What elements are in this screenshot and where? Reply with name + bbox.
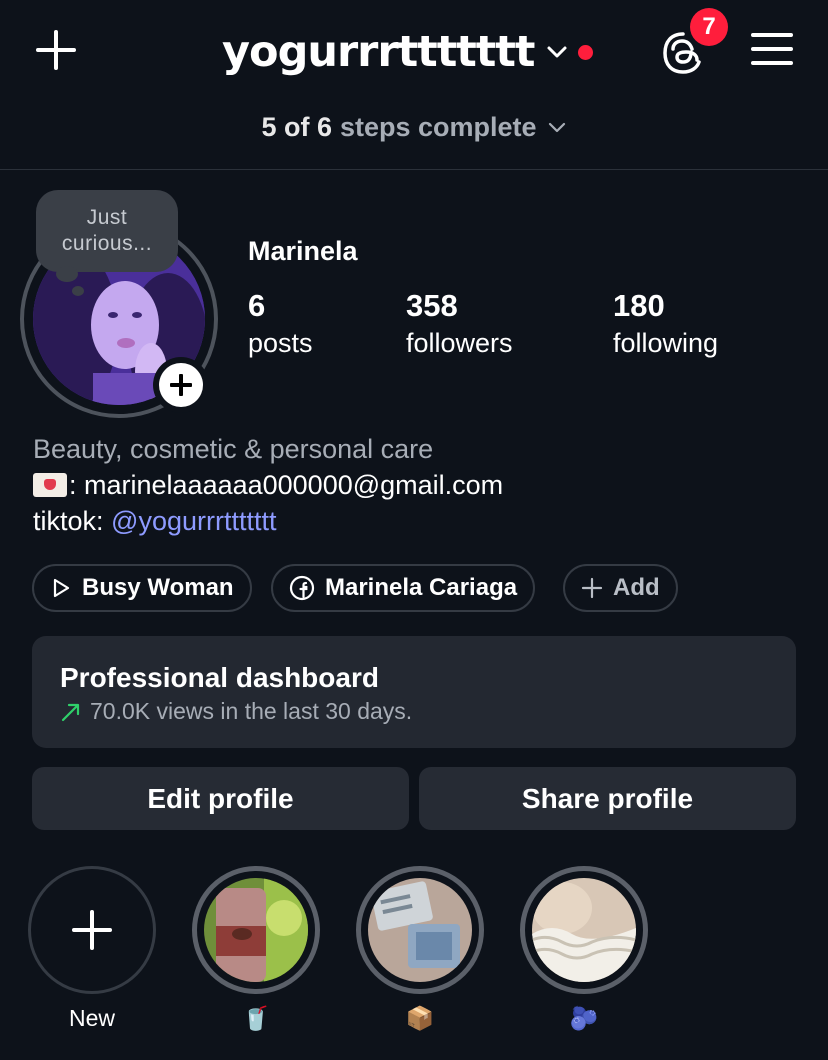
highlight-ring [520,866,648,994]
stat-value: 358 [406,288,458,323]
facebook-icon [289,575,315,601]
plus-icon [159,363,203,407]
create-plus-icon[interactable] [34,28,78,72]
chip-label: Marinela Cariaga [325,574,518,601]
highlight-ring [192,866,320,994]
chip-busy-woman[interactable]: Busy Woman [32,564,252,612]
threads-badge: 7 [690,8,728,46]
note-line-2: curious... [61,232,153,255]
chip-facebook[interactable]: Marinela Cariaga [271,564,536,612]
profile-name: Marinela [248,236,358,266]
highlight-ring [28,866,156,994]
stat-value: 6 [248,288,266,323]
stat-value: 180 [613,288,665,323]
bio-email: : marinelaaaaaa000000@gmail.com [69,470,504,500]
highlight-label: 🫐 [569,1005,599,1031]
plus-icon [581,577,603,599]
highlight-label: 📦 [405,1005,435,1031]
dashboard-title: Professional dashboard [60,662,379,693]
bio-email-line: : marinelaaaaaa000000@gmail.com [33,467,503,503]
love-letter-icon [33,473,67,497]
steps-label: steps complete [339,111,537,142]
highlight-label: 🥤 [241,1005,271,1031]
highlight-item[interactable]: 📦 [356,866,484,1032]
highlight-item[interactable]: 🥤 [192,866,320,1032]
note-tail [72,286,84,296]
chip-label: Busy Woman [82,574,234,601]
divider [0,169,828,170]
dashboard-views: 70.0K views in the last 30 days. [90,698,413,724]
professional-dashboard[interactable]: Professional dashboard 70.0K views in th… [32,636,796,748]
notification-dot [578,44,594,60]
following-stat[interactable]: 180 following [613,286,718,360]
highlight-new[interactable]: New [28,866,156,1032]
followers-stat[interactable]: 358 followers [406,286,513,360]
highlight-ring [356,866,484,994]
highlight-item[interactable]: 🫐 [520,866,648,1032]
bio-tiktok-line: tiktok: @yogurrrttttttt [33,503,503,539]
note-line-1: Just [86,206,128,229]
posts-stat[interactable]: 6 posts [248,286,313,360]
stat-label: followers [406,328,513,358]
highlight-cover [532,878,636,982]
dashboard-subtitle: 70.0K views in the last 30 days. [60,698,412,725]
bio: Beauty, cosmetic & personal care : marin… [33,431,503,539]
note-bubble[interactable]: Just curious... [36,190,178,272]
stat-label: posts [248,328,313,358]
highlight-label: New [68,1005,115,1031]
steps-progress[interactable]: 5 of 6 steps complete [0,104,828,150]
username: yogurrrttttttt [222,27,535,77]
top-bar: yogurrrttttttt 7 [0,0,828,100]
bio-tiktok-prefix: tiktok: [33,506,112,536]
menu-icon[interactable] [751,31,793,67]
edit-profile-button[interactable]: Edit profile [32,767,409,830]
stat-label: following [613,328,719,358]
note-tail [56,266,78,282]
chevron-down-icon [548,122,565,133]
play-icon [53,578,70,598]
plus-icon [70,908,114,952]
tiktok-link[interactable]: @yogurrrttttttt [111,506,276,536]
chevron-down-icon [547,46,567,58]
share-profile-button[interactable]: Share profile [419,767,796,830]
highlight-cover [204,878,308,982]
bio-category: Beauty, cosmetic & personal care [33,434,434,464]
trending-up-icon [61,703,80,721]
chip-add[interactable]: Add [563,564,678,612]
steps-count: 5 of 6 [261,111,332,142]
add-story-button[interactable] [153,357,209,413]
chip-label: Add [613,574,660,601]
highlight-cover [368,878,472,982]
account-switcher[interactable]: yogurrrttttttt [222,24,594,80]
